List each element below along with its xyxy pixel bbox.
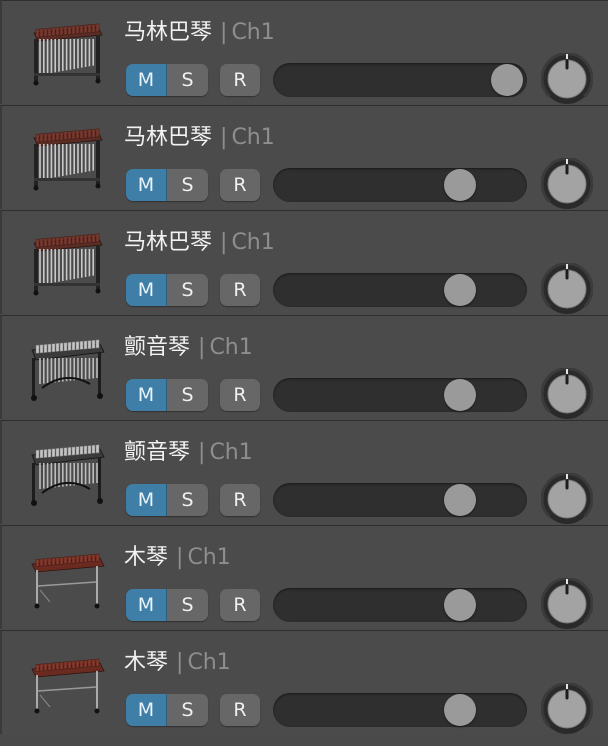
- mute-button[interactable]: M: [126, 484, 167, 516]
- track-title: 木琴 | Ch1: [124, 649, 231, 677]
- track-channel: Ch1: [209, 335, 253, 360]
- marimba-icon: [33, 128, 103, 191]
- title-separator: |: [220, 230, 228, 255]
- mute-button[interactable]: M: [126, 589, 167, 621]
- track-name: 木琴: [124, 545, 169, 570]
- pan-knob[interactable]: [541, 158, 593, 210]
- pan-knob[interactable]: [541, 263, 593, 315]
- xylophone-icon: [31, 553, 105, 609]
- track-channel: Ch1: [231, 230, 275, 255]
- mute-solo-group: M S: [126, 64, 208, 96]
- record-enable-button[interactable]: R: [220, 64, 260, 96]
- volume-slider[interactable]: [273, 63, 527, 97]
- track-name: 马林巴琴: [124, 20, 213, 45]
- track-name: 颤音琴: [124, 335, 191, 360]
- track-title: 颤音琴 | Ch1: [124, 334, 253, 362]
- solo-button[interactable]: S: [167, 379, 208, 411]
- record-enable-button[interactable]: R: [220, 379, 260, 411]
- volume-slider-thumb[interactable]: [443, 484, 476, 516]
- mute-button[interactable]: M: [126, 169, 167, 201]
- record-enable-button[interactable]: R: [220, 694, 260, 726]
- track-name: 颤音琴: [124, 440, 191, 465]
- solo-button[interactable]: S: [167, 694, 208, 726]
- track-name: 木琴: [124, 650, 169, 675]
- title-separator: |: [220, 20, 228, 45]
- track-name: 马林巴琴: [124, 125, 213, 150]
- mute-solo-group: M S: [126, 274, 208, 306]
- mute-solo-group: M S: [126, 694, 208, 726]
- track-row[interactable]: 颤音琴 | Ch1 M S R: [0, 315, 608, 419]
- mute-solo-group: M S: [126, 484, 208, 516]
- track-channel: Ch1: [187, 650, 231, 675]
- track-row[interactable]: 马林巴琴 | Ch1 M S R: [0, 105, 608, 209]
- volume-slider[interactable]: [273, 693, 527, 727]
- solo-button[interactable]: S: [167, 169, 208, 201]
- track-row[interactable]: 马林巴琴 | Ch1 M S R: [0, 210, 608, 314]
- title-separator: |: [176, 545, 184, 570]
- volume-slider-thumb[interactable]: [491, 64, 523, 96]
- record-enable-button[interactable]: R: [220, 169, 260, 201]
- pan-knob[interactable]: [541, 368, 593, 420]
- track-channel: Ch1: [231, 125, 275, 150]
- marimba-icon: [33, 23, 103, 86]
- volume-slider[interactable]: [273, 168, 527, 202]
- solo-button[interactable]: S: [167, 589, 208, 621]
- track-list: 马林巴琴 | Ch1 M S R 马林巴琴 | Ch1 M S R 马林巴琴 |…: [0, 0, 608, 746]
- record-enable-button[interactable]: R: [220, 589, 260, 621]
- title-separator: |: [176, 650, 184, 675]
- title-separator: |: [198, 440, 206, 465]
- pan-knob[interactable]: [541, 683, 593, 735]
- volume-slider-thumb[interactable]: [443, 274, 476, 306]
- mute-button[interactable]: M: [126, 274, 167, 306]
- xylophone-icon: [31, 658, 105, 714]
- mute-button[interactable]: M: [126, 379, 167, 411]
- volume-slider-thumb[interactable]: [443, 169, 476, 201]
- track-channel: Ch1: [187, 545, 231, 570]
- track-title: 马林巴琴 | Ch1: [124, 229, 275, 257]
- mute-solo-group: M S: [126, 379, 208, 411]
- track-name: 马林巴琴: [124, 230, 213, 255]
- track-channel: Ch1: [209, 440, 253, 465]
- volume-slider-thumb[interactable]: [443, 379, 476, 411]
- record-enable-button[interactable]: R: [220, 484, 260, 516]
- mute-button[interactable]: M: [126, 694, 167, 726]
- vibraphone-icon: [31, 444, 105, 506]
- track-title: 颤音琴 | Ch1: [124, 439, 253, 467]
- track-title: 马林巴琴 | Ch1: [124, 124, 275, 152]
- vibraphone-icon: [31, 339, 105, 401]
- mute-solo-group: M S: [126, 589, 208, 621]
- mute-button[interactable]: M: [126, 64, 167, 96]
- pan-knob[interactable]: [541, 578, 593, 630]
- pan-knob[interactable]: [541, 53, 593, 105]
- solo-button[interactable]: S: [167, 64, 208, 96]
- volume-slider-thumb[interactable]: [443, 589, 476, 621]
- mute-solo-group: M S: [126, 169, 208, 201]
- title-separator: |: [198, 335, 206, 360]
- record-enable-button[interactable]: R: [220, 274, 260, 306]
- track-row[interactable]: 木琴 | Ch1 M S R: [0, 630, 608, 734]
- solo-button[interactable]: S: [167, 274, 208, 306]
- track-title: 木琴 | Ch1: [124, 544, 231, 572]
- volume-slider-thumb[interactable]: [443, 694, 476, 726]
- marimba-icon: [33, 233, 103, 296]
- solo-button[interactable]: S: [167, 484, 208, 516]
- volume-slider[interactable]: [273, 483, 527, 517]
- track-row[interactable]: 颤音琴 | Ch1 M S R: [0, 420, 608, 524]
- track-title: 马林巴琴 | Ch1: [124, 19, 275, 47]
- track-row[interactable]: 木琴 | Ch1 M S R: [0, 525, 608, 629]
- volume-slider[interactable]: [273, 378, 527, 412]
- pan-knob[interactable]: [541, 473, 593, 525]
- volume-slider[interactable]: [273, 588, 527, 622]
- track-channel: Ch1: [231, 20, 275, 45]
- track-row[interactable]: 马林巴琴 | Ch1 M S R: [0, 0, 608, 104]
- volume-slider[interactable]: [273, 273, 527, 307]
- title-separator: |: [220, 125, 228, 150]
